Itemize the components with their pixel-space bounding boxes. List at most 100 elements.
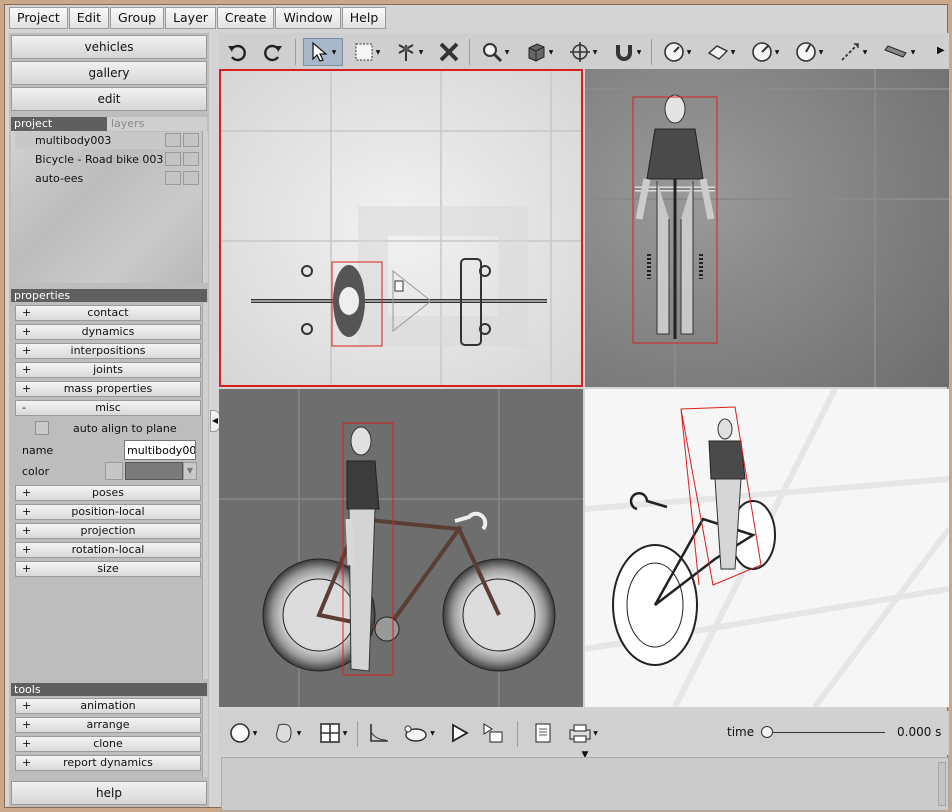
prop-misc[interactable]: - misc [15,400,201,416]
expand-icon: + [22,486,32,499]
prop-label: contact [87,306,129,319]
prop-interpositions[interactable]: + interpositions [15,343,201,359]
project-item[interactable]: Bicycle - Road bike 003 [15,151,201,168]
toolbar-divider [517,721,518,747]
expand-icon: + [22,562,32,575]
expand-icon: + [22,699,32,712]
viewport-side-render [219,389,583,707]
lock-toggle[interactable] [183,133,199,147]
menu-layer[interactable]: Layer [165,7,216,29]
lock-toggle[interactable] [183,152,199,166]
auto-align-checkbox[interactable] [35,421,49,435]
pin-icon[interactable]: ▼ [391,38,427,66]
visibility-toggle[interactable] [165,133,181,147]
chevron-down-icon: ▼ [910,48,916,56]
menu-group[interactable]: Group [110,7,165,29]
name-field[interactable] [124,440,196,460]
blob-shape-icon[interactable]: ▼ [269,719,305,747]
gallery-button[interactable]: gallery [11,61,207,85]
delete-x-icon[interactable] [435,38,463,66]
chevron-down-icon: ▼ [818,48,824,56]
lock-toggle[interactable] [183,171,199,185]
menu-edit[interactable]: Edit [68,7,109,29]
prop-label: joints [93,363,123,376]
grid-icon[interactable]: ▼ [315,719,351,747]
gauge-icon[interactable]: ▼ [659,38,695,66]
console-area[interactable] [221,757,949,811]
prop-size[interactable]: + size [15,561,201,577]
marquee-select-icon[interactable]: ▼ [349,38,385,66]
prop-dynamics[interactable]: + dynamics [15,324,201,340]
console-scrollbar[interactable] [938,762,946,806]
axis-graph-icon[interactable] [365,719,393,747]
visibility-toggle[interactable] [165,152,181,166]
prop-projection[interactable]: + projection [15,523,201,539]
tool-arrange[interactable]: + arrange [15,717,201,733]
cylinder-icon[interactable]: ▼ [879,38,919,66]
viewport-top[interactable] [219,69,583,387]
redo-icon[interactable] [259,38,287,66]
menu-help[interactable]: Help [341,7,387,29]
color-label: color [22,465,50,478]
expand-icon: + [22,306,32,319]
plane-icon[interactable]: ▼ [703,38,739,66]
tab-project[interactable]: project [11,117,107,131]
viewport-front-render [585,69,949,387]
chevron-down-icon: ▼ [593,729,598,737]
move-icon[interactable]: ▼ [565,38,601,66]
help-button[interactable]: help [11,781,207,805]
color-swatch[interactable] [125,462,183,480]
vehicles-button[interactable]: vehicles [11,35,207,59]
animal-shape-icon[interactable]: ▼ [399,719,439,747]
play-icon[interactable] [445,719,473,747]
expand-icon: + [22,363,32,376]
chevron-down-icon: ▼ [296,729,302,737]
select-arrow-icon[interactable]: ▼ [303,38,343,66]
tool-animation[interactable]: + animation [15,698,201,714]
undo-icon[interactable] [223,38,251,66]
tools-scrollbar[interactable] [202,697,208,777]
menu-project[interactable]: Project [9,7,68,29]
expand-icon: + [22,382,32,395]
play-list-icon[interactable] [479,719,507,747]
project-item[interactable]: auto-ees [15,170,201,187]
prop-rotation-local[interactable]: + rotation-local [15,542,201,558]
cube-icon[interactable]: ▼ [521,38,557,66]
color-picker-button[interactable] [105,462,123,480]
time-slider-handle[interactable] [761,726,773,738]
viewport-side[interactable] [219,389,583,707]
tool-clone[interactable]: + clone [15,736,201,752]
angle-gauge-icon[interactable]: ▼ [747,38,783,66]
prop-mass-properties[interactable]: + mass properties [15,381,201,397]
menu-create[interactable]: Create [216,7,275,29]
viewport-front[interactable] [585,69,949,387]
visibility-toggle[interactable] [165,171,181,185]
project-scrollbar[interactable] [202,131,208,283]
prop-joints[interactable]: + joints [15,362,201,378]
magnet-icon[interactable]: ▼ [609,38,645,66]
prop-contact[interactable]: + contact [15,305,201,321]
edit-button[interactable]: edit [11,87,207,111]
zoom-icon[interactable]: ▼ [477,38,513,66]
properties-scrollbar[interactable] [202,303,208,679]
document-icon[interactable] [529,719,557,747]
project-item[interactable]: multibody003 [15,132,201,149]
printer-icon[interactable]: ▼ [565,719,601,747]
tab-layers[interactable]: layers [107,117,207,131]
color-dropdown-icon[interactable]: ▼ [183,462,197,480]
speed-gauge-icon[interactable]: ▼ [791,38,827,66]
time-label: time [727,725,755,739]
measure-icon[interactable]: ▼ [835,38,871,66]
toolbar-divider [651,39,652,65]
prop-position-local[interactable]: + position-local [15,504,201,520]
sphere-icon[interactable]: ▼ [225,719,261,747]
expand-icon: + [22,543,32,556]
menu-window[interactable]: Window [275,7,341,29]
time-slider-track[interactable] [767,732,885,733]
toolbar-overflow-icon[interactable]: ▶ [937,45,945,56]
tool-report-dynamics[interactable]: + report dynamics [15,755,201,771]
toolbar-divider [357,721,358,747]
prop-poses[interactable]: + poses [15,485,201,501]
viewport-perspective[interactable] [585,389,949,707]
name-label: name [22,444,54,457]
